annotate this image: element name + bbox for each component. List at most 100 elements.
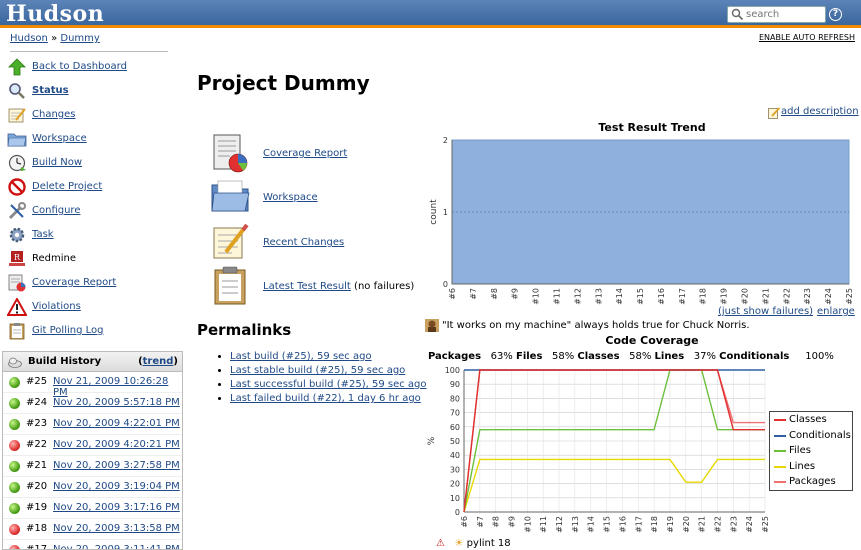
add-description-link[interactable]: add description [781, 106, 859, 117]
coverage-report-link[interactable]: Coverage Report [263, 148, 347, 159]
permalink-item: Last successful build (#25), 59 sec ago [230, 379, 427, 393]
sidebar-item-violations[interactable]: Violations [4, 296, 174, 320]
sidebar-item-coverage-report[interactable]: Coverage Report [4, 272, 174, 296]
build-history-row[interactable]: #23 Nov 20, 2009 4:22:01 PM [3, 414, 182, 435]
build-history-row[interactable]: #22 Nov 20, 2009 4:20:21 PM [3, 435, 182, 456]
coverage-y-tick-label: 100 [445, 366, 460, 375]
stat-conditionals-label: Conditionals [719, 351, 790, 362]
legend-swatch-lines [774, 465, 786, 468]
breadcrumb-hudson-link[interactable]: Hudson [10, 33, 48, 44]
sidebar-item-delete-project[interactable]: Delete Project [4, 176, 174, 200]
build-date-link[interactable]: Nov 20, 2009 3:13:58 PM [53, 523, 180, 534]
legend-item: Packages [770, 474, 852, 490]
build-date-link[interactable]: Nov 20, 2009 5:57:18 PM [53, 397, 180, 408]
build-date-link[interactable]: Nov 20, 2009 3:11:41 PM [53, 544, 180, 549]
sidebar-item-label[interactable]: Configure [32, 205, 80, 216]
no-entry-icon [8, 178, 26, 196]
sidebar-item-label: Redmine [32, 253, 77, 264]
trend-x-tick-label: #19 [720, 288, 729, 305]
sidebar-item-label[interactable]: Build Now [32, 157, 82, 168]
sidebar-item-label[interactable]: Task [32, 229, 54, 240]
coverage-x-tick-label: #7 [476, 516, 485, 528]
coverage-x-tick-label: #6 [460, 516, 469, 528]
search-box[interactable] [727, 6, 826, 23]
build-history-row[interactable]: #21 Nov 20, 2009 3:27:58 PM [3, 456, 182, 477]
enlarge-link[interactable]: enlarge [817, 306, 855, 317]
trend-x-tick-label: #24 [824, 288, 833, 305]
sidebar-item-status[interactable]: Status [4, 80, 174, 104]
build-history-row[interactable]: #17 Nov 20, 2009 3:11:41 PM [3, 540, 182, 550]
just-show-failures-link[interactable]: (just show failures) [718, 306, 813, 317]
sidebar-item-git-polling-log[interactable]: Git Polling Log [4, 320, 174, 344]
trend-x-tick-label: #7 [469, 288, 478, 300]
sidebar-item-task[interactable]: Task [4, 224, 174, 248]
coverage-x-tick-label: #9 [508, 516, 517, 528]
sidebar-item-label[interactable]: Violations [32, 301, 81, 312]
permalink-last-stable-build[interactable]: Last stable build (#25), 59 sec ago [230, 365, 405, 376]
permalink-last-build[interactable]: Last build (#25), 59 sec ago [230, 351, 372, 362]
page-title: Project Dummy [197, 71, 370, 95]
sidebar-item-label[interactable]: Workspace [32, 133, 87, 144]
build-history-row[interactable]: #19 Nov 20, 2009 3:17:16 PM [3, 498, 182, 519]
sidebar-item-label[interactable]: Status [32, 85, 69, 96]
recent-changes-link[interactable]: Recent Changes [263, 237, 344, 248]
legend-swatch-conditionals [774, 434, 786, 437]
header-bar: Hudson ? [0, 0, 861, 28]
enable-auto-refresh-link[interactable]: ENABLE AUTO REFRESH [759, 33, 855, 42]
legend-label: Files [789, 445, 811, 456]
sidebar-item-label[interactable]: Changes [32, 109, 76, 120]
build-number: #18 [26, 523, 48, 534]
code-coverage-chart[interactable]: 0 10 20 30 40 50 60 70 80 90 100 #6 #7 #8 #9 #10 #11 #12 #… [420, 362, 770, 534]
coverage-report-link-item[interactable]: Coverage Report [210, 133, 410, 173]
stat-files-label: Files [516, 351, 543, 362]
coverage-x-tick-label: #15 [603, 516, 612, 533]
latest-test-result-link[interactable]: Latest Test Result [263, 281, 351, 292]
coverage-y-tick-label: 80 [450, 394, 460, 403]
sidebar-item-label[interactable]: Coverage Report [32, 277, 116, 288]
permalink-item: Last stable build (#25), 59 sec ago [230, 365, 427, 379]
sidebar-item-label[interactable]: Git Polling Log [32, 325, 103, 336]
sidebar-item-build-now[interactable]: Build Now [4, 152, 174, 176]
sidebar-item-label[interactable]: Delete Project [32, 181, 102, 192]
hudson-logo[interactable]: Hudson [6, 0, 104, 28]
workspace-link-item[interactable]: Workspace [210, 177, 410, 217]
folder-icon [211, 180, 250, 212]
build-history-row[interactable]: #18 Nov 20, 2009 3:13:58 PM [3, 519, 182, 540]
workspace-link[interactable]: Workspace [263, 192, 318, 203]
build-failed-ball-icon [9, 545, 20, 549]
coverage-x-tick-label: #24 [745, 516, 754, 533]
trend-link[interactable]: trend [143, 356, 174, 367]
build-date-link[interactable]: Nov 20, 2009 3:27:58 PM [53, 460, 180, 471]
folder-icon [7, 133, 27, 147]
trend-y-tick-label: 0 [443, 280, 448, 289]
build-date-link[interactable]: Nov 20, 2009 3:17:16 PM [53, 502, 180, 513]
build-number: #17 [26, 544, 48, 550]
build-date-link[interactable]: Nov 20, 2009 4:20:21 PM [53, 439, 180, 450]
test-result-trend-chart[interactable]: 0 1 2 count #6 #7 #8 #9 #10 #11 #12 #13 #14 #15 #16 #17… [420, 134, 860, 306]
build-number: #19 [26, 502, 48, 513]
build-failed-ball-icon [9, 524, 20, 535]
sidebar-item-configure[interactable]: Configure [4, 200, 174, 224]
permalink-last-failed-build[interactable]: Last failed build (#22), 1 day 6 hr ago [230, 393, 421, 404]
permalink-last-successful-build[interactable]: Last successful build (#25), 59 sec ago [230, 379, 427, 390]
wrench-icon [8, 202, 26, 220]
help-icon[interactable]: ? [829, 8, 842, 21]
coverage-y-axis-label: % [427, 436, 437, 445]
search-input[interactable] [746, 8, 824, 21]
trend-y-axis-label: count [429, 199, 439, 225]
build-history-row[interactable]: #24 Nov 20, 2009 5:57:18 PM [3, 393, 182, 414]
sidebar-item-workspace[interactable]: Workspace [4, 128, 174, 152]
build-number: #21 [26, 460, 48, 471]
sidebar-item-label[interactable]: Back to Dashboard [32, 61, 127, 72]
latest-test-result-link-item[interactable]: Latest Test Result (no failures) [210, 266, 420, 306]
build-history-row[interactable]: #20 Nov 20, 2009 3:19:04 PM [3, 477, 182, 498]
sidebar-item-changes[interactable]: Changes [4, 104, 174, 128]
sidebar-item-redmine[interactable]: R Redmine [4, 248, 174, 272]
recent-changes-link-item[interactable]: Recent Changes [210, 222, 410, 262]
sidebar-item-back-to-dashboard[interactable]: Back to Dashboard [4, 56, 174, 80]
trend-x-tick-label: #10 [532, 288, 541, 305]
breadcrumb-project-link[interactable]: Dummy [60, 33, 99, 44]
build-date-link[interactable]: Nov 20, 2009 3:19:04 PM [53, 481, 180, 492]
build-date-link[interactable]: Nov 20, 2009 4:22:01 PM [53, 418, 180, 429]
build-history-row[interactable]: #25 Nov 21, 2009 10:26:28 PM [3, 372, 182, 398]
